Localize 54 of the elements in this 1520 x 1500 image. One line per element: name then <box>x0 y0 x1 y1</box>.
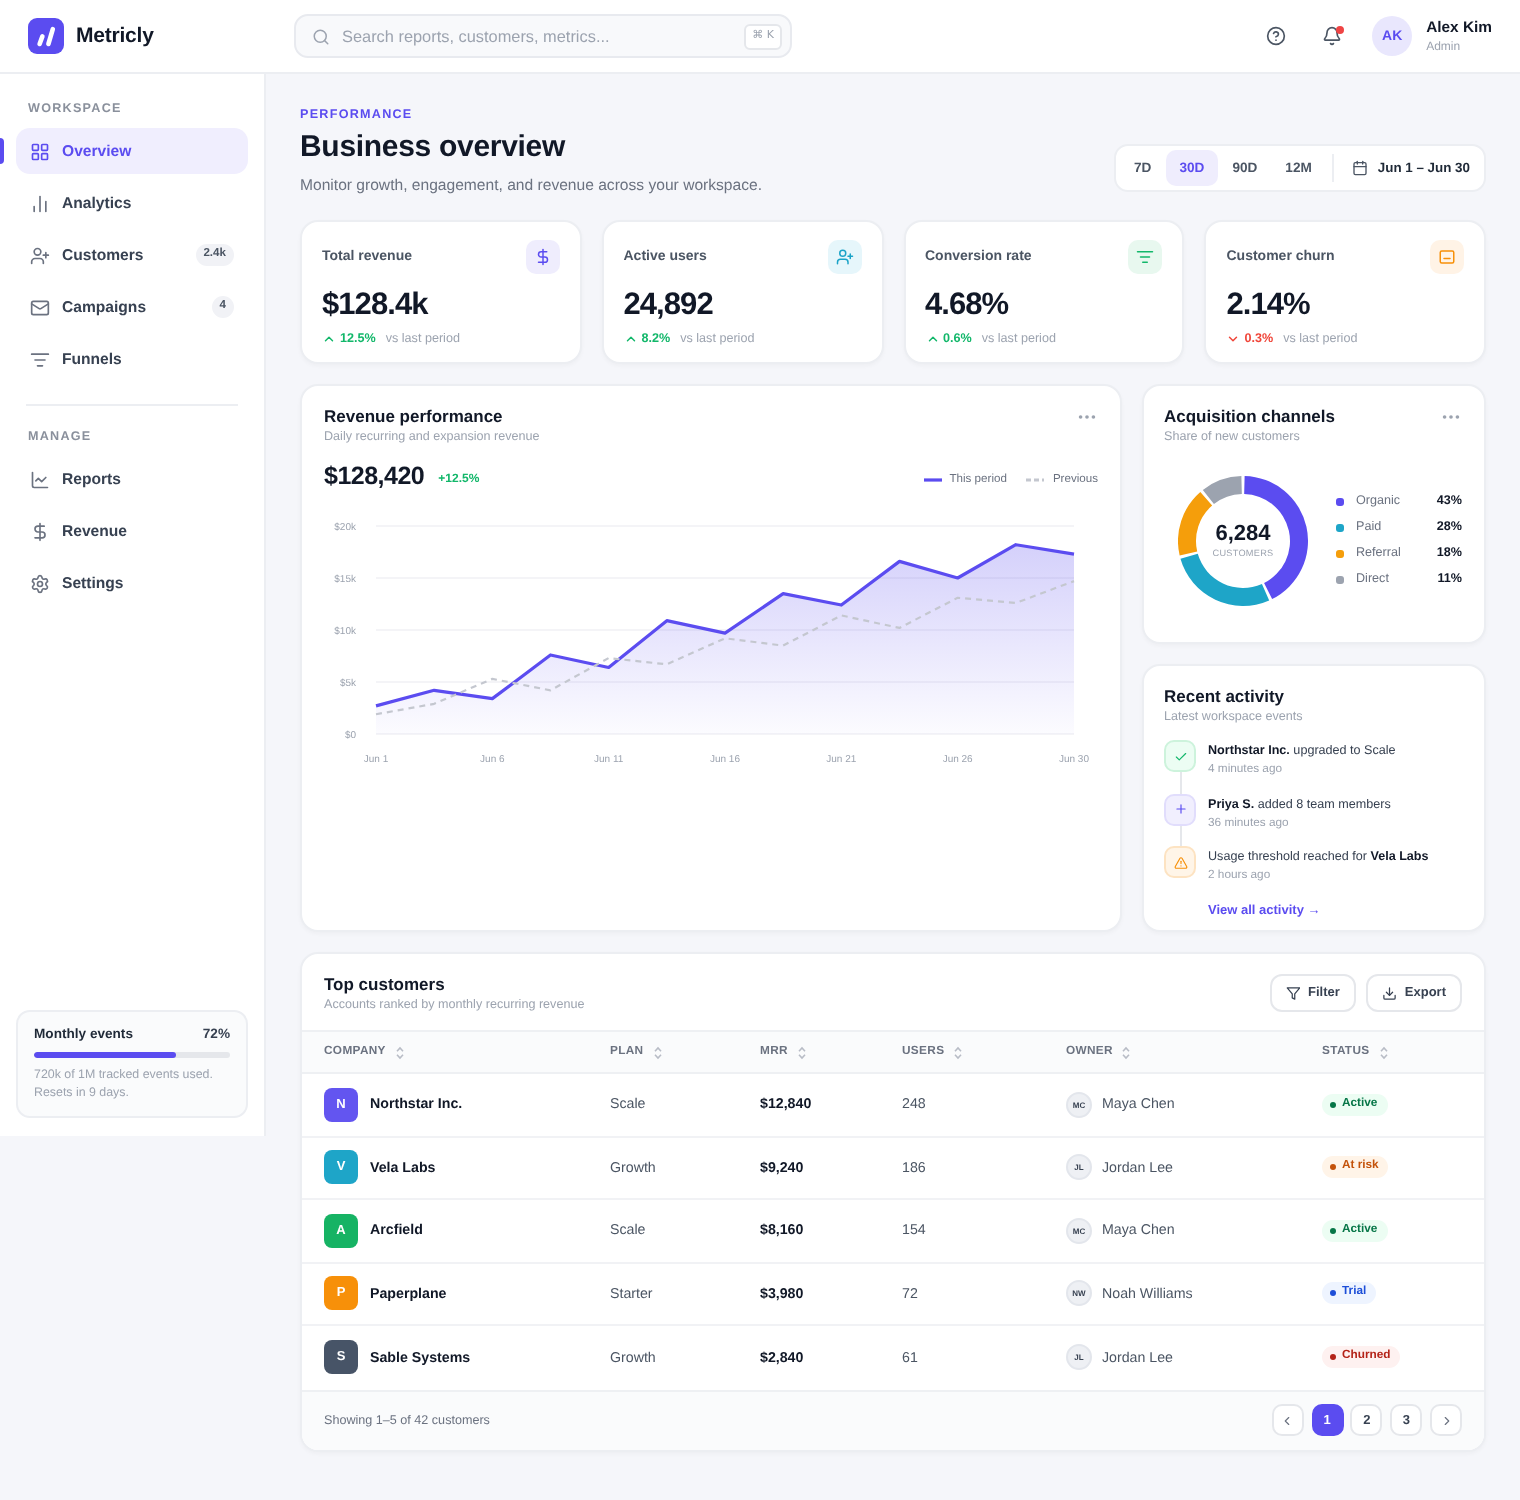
check-icon <box>1164 740 1196 772</box>
page-title: Business overview <box>300 128 568 168</box>
chevron-up-icon <box>925 332 939 346</box>
card-title: Recent activity <box>1164 684 1286 708</box>
previous-page-button[interactable] <box>1271 1404 1304 1436</box>
stat-value: 24,892 <box>623 286 715 324</box>
dollar-icon <box>30 521 50 541</box>
chevron-down-icon <box>1226 332 1241 346</box>
settings-icon <box>30 573 50 593</box>
filter-lines-icon <box>1128 240 1163 274</box>
filter-lines-icon <box>30 349 50 369</box>
card-title: Revenue performance <box>324 404 503 428</box>
line-chart-icon <box>30 469 50 489</box>
download-icon <box>1381 985 1397 1001</box>
help-icon[interactable] <box>1266 26 1287 46</box>
logo-icon <box>28 18 64 54</box>
stat-value: 4.68% <box>925 286 1011 324</box>
status-dot-icon <box>1330 1354 1336 1361</box>
donut-total: 6,284 <box>1215 522 1271 548</box>
sort-icon <box>395 1045 404 1059</box>
grid-icon <box>30 141 50 161</box>
chevron-right-icon <box>1439 1413 1453 1427</box>
warning-icon <box>1164 846 1196 879</box>
filter-icon <box>1285 985 1300 1001</box>
sort-icon <box>797 1045 806 1059</box>
mail-icon <box>30 297 50 317</box>
status-dot-icon <box>1330 1164 1336 1171</box>
status-dot-icon <box>1330 1227 1336 1234</box>
chevron-up-icon <box>322 332 336 346</box>
search-icon <box>312 27 330 45</box>
stat-value: $128.4k <box>322 286 431 324</box>
sort-icon <box>653 1045 662 1059</box>
card-title: Top customers <box>324 972 447 996</box>
panel-icon <box>1430 240 1464 274</box>
calendar-icon <box>1351 160 1368 176</box>
stat-value: 2.14% <box>1226 286 1312 324</box>
dollar-icon <box>525 240 560 274</box>
sort-icon <box>1122 1045 1131 1059</box>
active-indicator <box>0 138 4 164</box>
sort-icon <box>1379 1045 1388 1059</box>
user-plus-icon <box>30 245 50 265</box>
plus-icon <box>1164 793 1196 826</box>
chevron-left-icon <box>1280 1413 1295 1427</box>
user-plus-icon <box>827 240 861 274</box>
revenue-total: $128,420 <box>324 462 425 490</box>
chevron-up-icon <box>623 332 638 346</box>
bar-chart-icon <box>30 193 50 213</box>
brand-name: Metricly <box>76 24 154 48</box>
status-dot-icon <box>1330 1290 1336 1297</box>
status-dot-icon <box>1330 1101 1336 1108</box>
sort-icon <box>954 1045 963 1059</box>
bell-icon[interactable] <box>1322 26 1343 46</box>
card-title: Acquisition channels <box>1164 404 1335 428</box>
next-page-button[interactable] <box>1430 1404 1462 1436</box>
